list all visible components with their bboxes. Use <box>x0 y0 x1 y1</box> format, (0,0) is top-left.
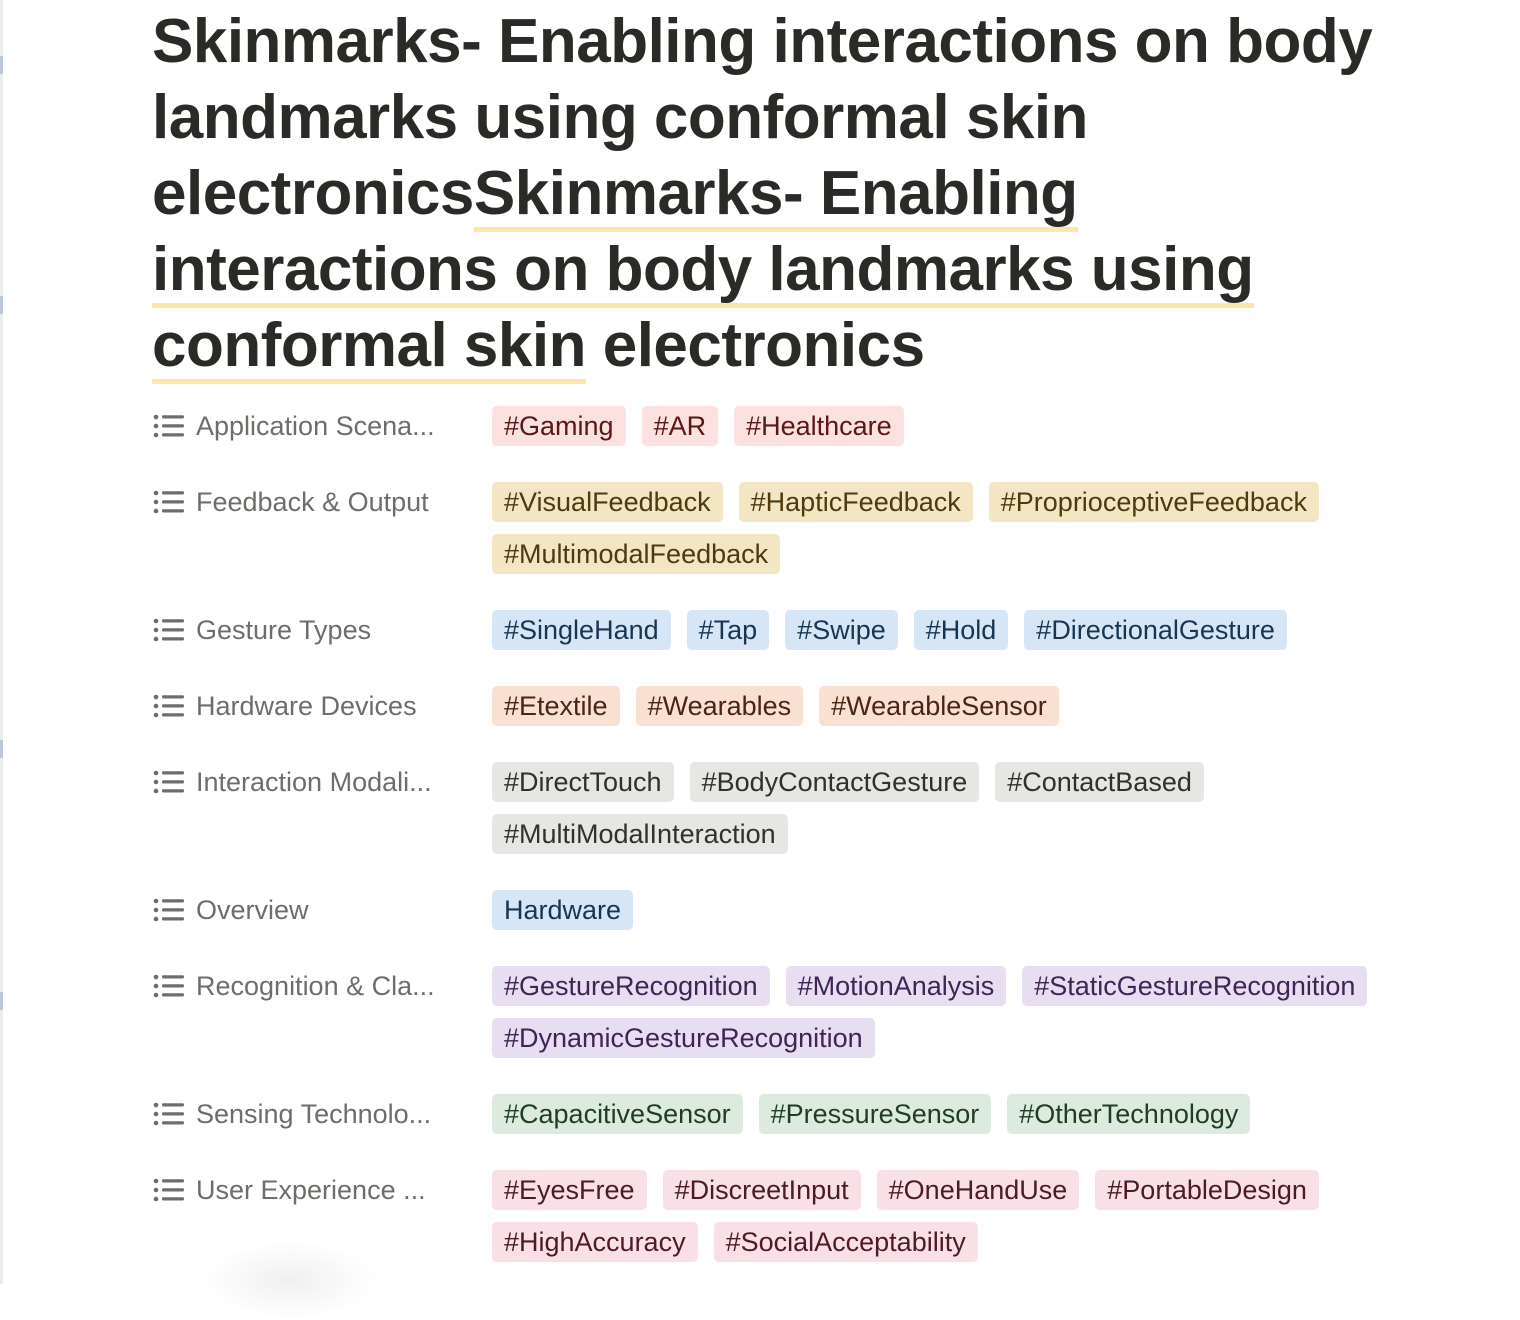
tag-chip[interactable]: #SocialAcceptability <box>713 1222 978 1262</box>
property-label[interactable]: Sensing Technolo... <box>152 1094 492 1134</box>
property-label-text: Interaction Modali... <box>196 766 432 797</box>
tag-chip[interactable]: #MultimodalFeedback <box>492 534 781 574</box>
property-values[interactable]: #Etextile #Wearables #WearableSensor <box>492 686 1442 726</box>
gutter-marker <box>0 56 3 74</box>
property-label-text: Overview <box>196 894 309 925</box>
tag-chip[interactable]: #VisualFeedback <box>492 482 723 522</box>
property-label-text: Recognition & Cla... <box>196 970 435 1001</box>
property-values[interactable]: #CapacitiveSensor #PressureSensor #OtherTe… <box>492 1094 1442 1134</box>
tag-chip[interactable]: #MotionAnalysis <box>785 966 1007 1006</box>
property-values[interactable]: #SingleHand #Tap #Swipe #Hold #DirectionalGe… <box>492 610 1442 650</box>
tag-chip[interactable]: #OneHandUse <box>876 1170 1080 1210</box>
property-row: Feedback & Output #VisualFeedback #HapticF… <box>152 482 1442 574</box>
property-label[interactable]: Interaction Modali... <box>152 762 492 802</box>
property-label[interactable]: Application Scena... <box>152 406 492 446</box>
property-label[interactable]: User Experience ... <box>152 1170 492 1210</box>
page-title[interactable]: Skinmarks- Enabling interactions on body… <box>152 4 1432 384</box>
tag-chip[interactable]: #StaticGestureRecognition <box>1022 966 1368 1006</box>
floating-button-shadow <box>200 1240 380 1320</box>
property-label[interactable]: Gesture Types <box>152 610 492 650</box>
gutter-marker <box>0 296 3 314</box>
tag-chip[interactable]: #PressureSensor <box>758 1094 992 1134</box>
tag-chip[interactable]: #CapacitiveSensor <box>492 1094 743 1134</box>
tag-chip[interactable]: #Swipe <box>785 610 898 650</box>
property-label-text: Hardware Devices <box>196 690 417 721</box>
property-values[interactable]: Hardware <box>492 890 1442 930</box>
page-title-tail: electronics <box>586 311 925 380</box>
list-icon <box>152 489 186 515</box>
property-row: Sensing Technolo... #CapacitiveSensor #Pre… <box>152 1094 1442 1134</box>
tag-chip[interactable]: #HighAccuracy <box>492 1222 698 1262</box>
tag-chip[interactable]: #AR <box>641 406 719 446</box>
tag-chip[interactable]: #GestureRecognition <box>492 966 770 1006</box>
tag-chip[interactable]: #HapticFeedback <box>738 482 973 522</box>
property-label-text: Sensing Technolo... <box>196 1098 432 1129</box>
list-icon <box>152 769 186 795</box>
tag-chip[interactable]: #Etextile <box>492 686 620 726</box>
property-values[interactable]: #VisualFeedback #HapticFeedback #Proprioce… <box>492 482 1442 574</box>
property-row: Recognition & Cla... #GestureRecognition #… <box>152 966 1442 1058</box>
tag-chip[interactable]: #ProprioceptiveFeedback <box>988 482 1319 522</box>
tag-chip[interactable]: #WearableSensor <box>819 686 1059 726</box>
tag-chip[interactable]: #DirectionalGesture <box>1024 610 1287 650</box>
tag-chip[interactable]: #DirectTouch <box>492 762 674 802</box>
property-label-text: Application Scena... <box>196 410 435 441</box>
property-label[interactable]: Overview <box>152 890 492 930</box>
property-values[interactable]: #GestureRecognition #MotionAnalysis #Stati… <box>492 966 1442 1058</box>
list-icon <box>152 897 186 923</box>
gutter-marker <box>0 740 3 758</box>
property-label-text: User Experience ... <box>196 1174 426 1205</box>
tag-chip[interactable]: #Gaming <box>492 406 626 446</box>
property-values[interactable]: #DirectTouch #BodyContactGesture #ContactB… <box>492 762 1442 854</box>
list-icon <box>152 973 186 999</box>
list-icon <box>152 1101 186 1127</box>
property-label-text: Gesture Types <box>196 614 372 645</box>
tag-chip[interactable]: Hardware <box>492 890 634 930</box>
property-label-text: Feedback & Output <box>196 486 429 517</box>
tag-chip[interactable]: #SingleHand <box>492 610 671 650</box>
list-icon <box>152 693 186 719</box>
tag-chip[interactable]: #DiscreetInput <box>662 1170 861 1210</box>
tag-chip[interactable]: #OtherTechnology <box>1007 1094 1251 1134</box>
property-label[interactable]: Hardware Devices <box>152 686 492 726</box>
property-values[interactable]: #Gaming #AR #Healthcare <box>492 406 1442 446</box>
close-icon[interactable]: ✕ <box>1494 0 1520 5</box>
property-row: Application Scena... #Gaming #AR #Healthcar… <box>152 406 1442 446</box>
list-icon <box>152 1177 186 1203</box>
left-edge-gutter <box>0 0 3 1284</box>
tag-chip[interactable]: #Healthcare <box>734 406 904 446</box>
tag-chip[interactable]: #EyesFree <box>492 1170 647 1210</box>
tag-chip[interactable]: #MultiModalInteraction <box>492 814 788 854</box>
property-label[interactable]: Feedback & Output <box>152 482 492 522</box>
property-row: Interaction Modali... #DirectTouch #BodyCo… <box>152 762 1442 854</box>
tag-chip[interactable]: #ContactBased <box>995 762 1204 802</box>
tag-chip[interactable]: #DynamicGestureRecognition <box>492 1018 875 1058</box>
list-icon <box>152 617 186 643</box>
property-row: Hardware Devices #Etextile #Wearables #Wear… <box>152 686 1442 726</box>
property-row: Overview Hardware <box>152 890 1442 930</box>
list-icon <box>152 413 186 439</box>
tag-chip[interactable]: #Wearables <box>635 686 804 726</box>
tag-chip[interactable]: #Tap <box>686 610 770 650</box>
tag-chip[interactable]: #BodyContactGesture <box>689 762 980 802</box>
tag-chip[interactable]: #Hold <box>913 610 1009 650</box>
tag-chip[interactable]: #PortableDesign <box>1095 1170 1319 1210</box>
property-row: Gesture Types #SingleHand #Tap #Swipe #Hold #… <box>152 610 1442 650</box>
gutter-marker <box>0 992 3 1010</box>
property-values[interactable]: #EyesFree #DiscreetInput #OneHandUse #Porta… <box>492 1170 1442 1262</box>
property-label[interactable]: Recognition & Cla... <box>152 966 492 1006</box>
